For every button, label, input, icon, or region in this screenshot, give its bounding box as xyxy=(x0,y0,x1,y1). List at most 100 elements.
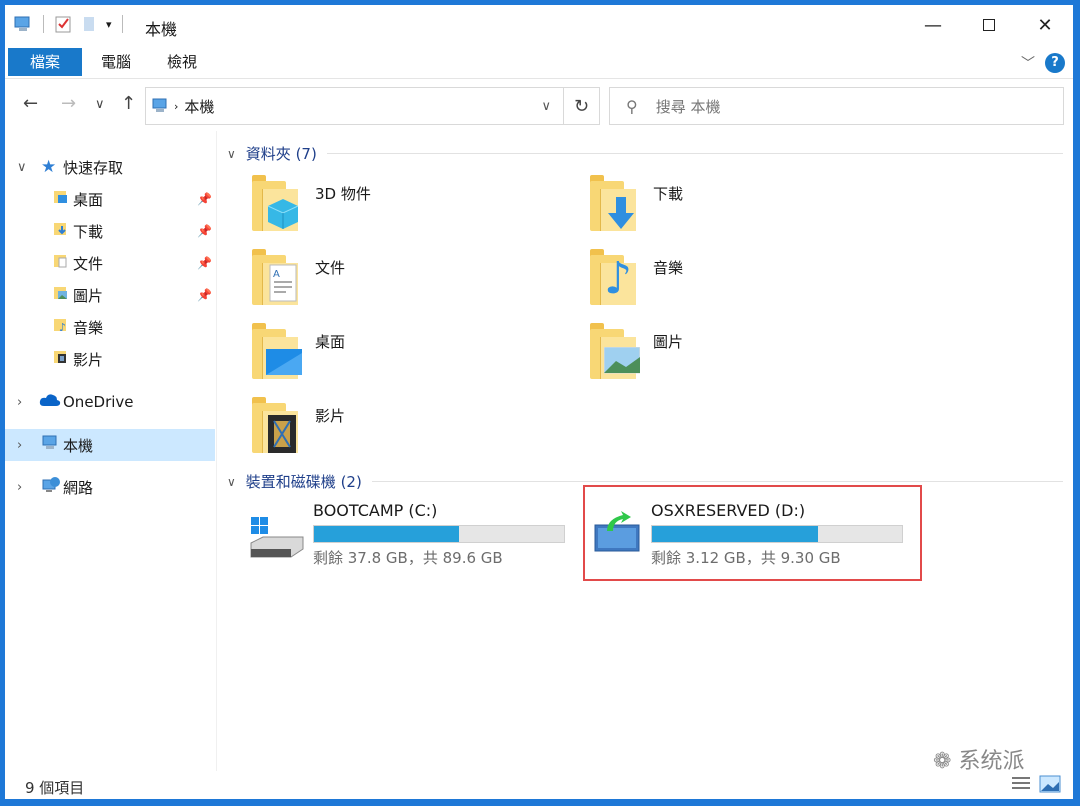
sidebar-item-music[interactable]: ♪ 音樂 xyxy=(5,311,215,343)
sidebar-item-label: OneDrive xyxy=(63,393,134,411)
help-button[interactable]: ? xyxy=(1045,53,1065,73)
search-icon: ⚲ xyxy=(626,96,638,116)
folder-documents[interactable]: A 文件 xyxy=(227,249,557,311)
details-view-icon[interactable] xyxy=(1011,775,1031,793)
folder-desktop[interactable]: 桌面 xyxy=(227,323,557,385)
item-count: 9 個項目 xyxy=(25,779,85,797)
drive-space-info: 剩餘 37.8 GB，共 89.6 GB xyxy=(313,549,503,567)
sidebar-item-label: 影片 xyxy=(73,350,104,369)
chevron-down-icon[interactable]: ∨ xyxy=(227,147,236,161)
minimize-button[interactable]: — xyxy=(905,5,961,45)
recent-locations-button[interactable]: ∨ xyxy=(95,97,105,112)
pictures-icon xyxy=(53,285,69,305)
address-bar[interactable]: › 本機 ∨ xyxy=(145,87,600,125)
folder-label: 影片 xyxy=(315,407,346,425)
navigation-pane: ∨ ★ 快速存取 桌面 📌 下載 📌 文件 📌 圖片 📌 ♪ 音樂 影片 › O… xyxy=(5,131,217,771)
folder-music[interactable]: ♪ 音樂 xyxy=(565,249,895,311)
search-input[interactable]: ⚲ 搜尋 本機 xyxy=(609,87,1064,125)
sidebar-item-onedrive[interactable]: › OneDrive xyxy=(5,386,215,418)
folder-label: 文件 xyxy=(315,259,346,277)
sidebar-item-this-pc[interactable]: › 本機 xyxy=(5,429,215,461)
chevron-down-icon[interactable]: ∨ xyxy=(227,475,236,489)
address-dropdown-icon[interactable]: ∨ xyxy=(541,99,551,114)
navigation-bar: ← → ∨ ↑ › 本機 ∨ ↻ ⚲ 搜尋 本機 xyxy=(5,83,1073,127)
folder-3d-objects[interactable]: 3D 物件 xyxy=(227,175,557,237)
ribbon: 檔案 電腦 檢視 ﹀ ? xyxy=(5,45,1073,79)
window-title: 本機 xyxy=(145,20,178,39)
this-pc-icon xyxy=(152,98,167,112)
status-bar: 9 個項目 xyxy=(5,771,1073,801)
title-bar: ▾ 本機 — ✕ xyxy=(5,5,1073,45)
sidebar-item-label: 音樂 xyxy=(73,318,104,337)
chevron-down-icon[interactable]: ∨ xyxy=(17,160,27,175)
search-placeholder: 搜尋 本機 xyxy=(655,97,721,116)
documents-icon: A xyxy=(252,249,300,307)
sidebar-item-network[interactable]: › 網路 xyxy=(5,471,215,503)
sidebar-item-label: 下載 xyxy=(73,222,104,241)
refresh-button[interactable]: ↻ xyxy=(563,87,600,125)
desktop-icon xyxy=(53,189,69,209)
group-header-folders[interactable]: ∨ 資料夾 (7) xyxy=(227,143,1063,164)
network-icon xyxy=(41,476,61,498)
sidebar-item-quick-access[interactable]: ∨ ★ 快速存取 xyxy=(5,151,215,183)
music-icon: ♪ xyxy=(53,317,69,337)
folder-label: 圖片 xyxy=(653,333,684,351)
tab-file[interactable]: 檔案 xyxy=(8,48,83,76)
folder-videos[interactable]: 影片 xyxy=(227,397,557,459)
sidebar-item-documents[interactable]: 文件 📌 xyxy=(5,247,215,279)
sidebar-item-label: 本機 xyxy=(63,436,94,455)
breadcrumb-separator-icon: › xyxy=(174,99,179,113)
downloads-icon xyxy=(590,175,638,233)
drive-bootcamp-c[interactable]: BOOTCAMP (C:) 剩餘 37.8 GB，共 89.6 GB xyxy=(227,501,565,581)
sidebar-item-label: 快速存取 xyxy=(63,158,124,177)
sidebar-item-pictures[interactable]: 圖片 📌 xyxy=(5,279,215,311)
maximize-button[interactable] xyxy=(961,5,1017,45)
folder-pictures[interactable]: 圖片 xyxy=(565,323,895,385)
this-pc-icon xyxy=(41,435,61,455)
pin-icon[interactable]: 📌 xyxy=(197,224,212,238)
expand-ribbon-icon[interactable]: ﹀ xyxy=(1021,53,1035,73)
folder-label: 桌面 xyxy=(315,333,346,351)
sidebar-item-label: 桌面 xyxy=(73,190,104,209)
forward-button[interactable]: → xyxy=(61,93,76,114)
sidebar-item-desktop[interactable]: 桌面 📌 xyxy=(5,183,215,215)
folder-label: 音樂 xyxy=(653,259,684,277)
properties-icon[interactable] xyxy=(54,15,72,33)
large-icons-view-icon[interactable] xyxy=(1039,775,1061,793)
customize-toolbar-icon[interactable]: ▾ xyxy=(106,18,112,31)
folder-label: 3D 物件 xyxy=(315,185,371,203)
pin-icon[interactable]: 📌 xyxy=(197,288,212,302)
close-button[interactable]: ✕ xyxy=(1017,5,1073,45)
videos-icon xyxy=(252,397,300,455)
sidebar-item-videos[interactable]: 影片 xyxy=(5,343,215,375)
chevron-right-icon[interactable]: › xyxy=(17,480,22,495)
cloud-icon xyxy=(38,392,62,412)
windows-drive-icon xyxy=(249,515,305,561)
downloads-icon xyxy=(53,221,69,241)
tab-view[interactable]: 檢視 xyxy=(145,48,219,76)
sidebar-item-downloads[interactable]: 下載 📌 xyxy=(5,215,215,247)
svg-text:♪: ♪ xyxy=(59,321,66,333)
folder-downloads[interactable]: 下載 xyxy=(565,175,895,237)
desktop-icon xyxy=(252,323,302,381)
breadcrumb-this-pc[interactable]: 本機 xyxy=(184,96,214,117)
svg-text:A: A xyxy=(273,269,280,280)
folder-label: 下載 xyxy=(653,185,684,203)
quick-access-toolbar: ▾ xyxy=(13,15,123,33)
sidebar-item-label: 文件 xyxy=(73,254,104,273)
pin-icon[interactable]: 📌 xyxy=(197,192,212,206)
star-icon: ★ xyxy=(41,157,57,177)
this-pc-icon xyxy=(14,16,30,31)
sidebar-item-label: 圖片 xyxy=(73,286,104,305)
new-folder-icon[interactable] xyxy=(82,15,96,33)
chevron-right-icon[interactable]: › xyxy=(17,438,22,453)
chevron-right-icon[interactable]: › xyxy=(17,395,22,410)
content-pane: ∨ 資料夾 (7) 3D 物件 下載 A 文件 ♪ 音樂 桌面 圖片 影片 ∨ … xyxy=(227,131,1067,771)
up-button[interactable]: ↑ xyxy=(121,93,136,114)
music-icon: ♪ xyxy=(590,249,638,307)
pin-icon[interactable]: 📌 xyxy=(197,256,212,270)
videos-icon xyxy=(53,349,69,369)
tab-computer[interactable]: 電腦 xyxy=(79,48,153,76)
drive-label: BOOTCAMP (C:) xyxy=(313,501,438,520)
back-button[interactable]: ← xyxy=(23,93,38,114)
